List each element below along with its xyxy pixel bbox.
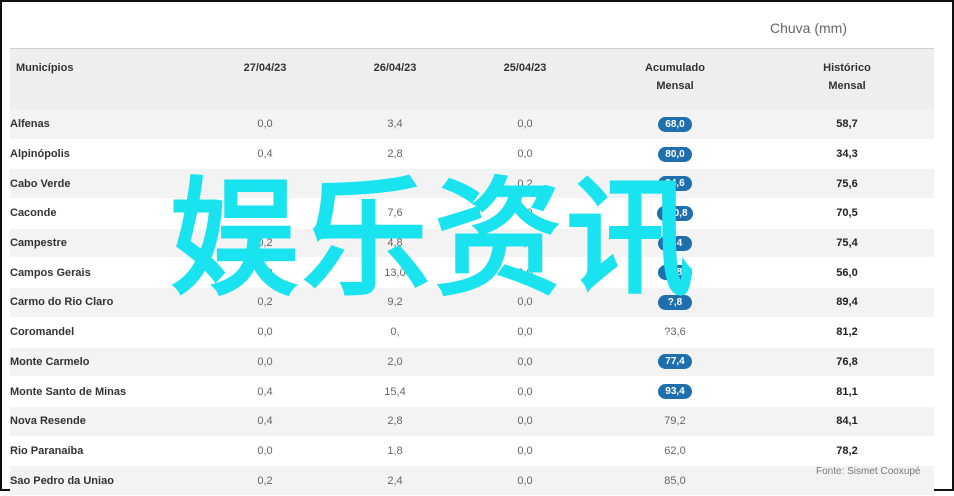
source-note: Fonte: Sismet Cooxupé: [816, 466, 921, 477]
day-25-cell: 0,0: [460, 406, 590, 437]
acumulado-value: 85,0: [664, 474, 686, 487]
table-row: Nova Resende 0,4 2,8 0,0 79,2 84,1: [10, 406, 934, 437]
historico-cell: 84,1: [760, 406, 934, 437]
day-27-cell: 0,0: [200, 347, 330, 378]
day-25-cell: 0,0: [460, 436, 590, 467]
day-26-cell: 0,: [330, 317, 460, 348]
historico-cell: 89,4: [760, 287, 934, 318]
column-header: 26/04/23: [330, 48, 460, 110]
municipio-cell: Monte Santo de Minas: [10, 376, 200, 407]
overlay-watermark: 娱乐资讯: [170, 165, 699, 314]
acumulado-badge: 68,0: [658, 116, 692, 132]
day-27-cell: 0,0: [200, 317, 330, 348]
column-header: Histórico Mensal: [760, 48, 934, 110]
acumulado-value: 79,2: [664, 415, 686, 428]
acumulado-cell: ?3,6: [590, 317, 760, 348]
historico-cell: 70,5: [760, 198, 934, 229]
day-25-cell: 0,0: [460, 110, 590, 140]
acumulado-badge: 80,0: [658, 146, 692, 162]
historico-cell: 81,1: [760, 376, 934, 407]
historico-cell: 78,2: [760, 436, 934, 467]
municipio-cell: Monte Carmelo: [10, 347, 200, 378]
unit-label: Chuva (mm): [770, 20, 848, 36]
historico-cell: 56,0: [760, 257, 934, 289]
day-27-cell: 0,4: [200, 376, 330, 407]
acumulado-badge: 93,4: [658, 384, 692, 400]
table-row: Coromandel 0,0 0, 0,0 ?3,6 81,2: [10, 317, 934, 348]
acumulado-cell: 79,2: [590, 406, 760, 437]
day-26-cell: 15,4: [330, 376, 460, 407]
column-header: 27/04/23: [200, 48, 330, 110]
acumulado-cell: 93,4: [590, 376, 760, 407]
municipio-cell: Alfenas: [10, 110, 200, 140]
day-26-cell: 3,4: [330, 110, 460, 140]
table-row: Alfenas 0,0 3,4 0,0 68,0 58,7: [10, 110, 934, 140]
column-header: Municípios: [10, 48, 200, 110]
day-26-cell: 1,8: [330, 436, 460, 467]
acumulado-cell: 77,4: [590, 347, 760, 378]
day-25-cell: 0,0: [460, 317, 590, 348]
historico-cell: 75,4: [760, 228, 934, 259]
historico-cell: 75,6: [760, 168, 934, 200]
day-27-cell: 0,0: [200, 436, 330, 467]
acumulado-value: ?3,6: [664, 326, 686, 339]
day-27-cell: 0,4: [200, 406, 330, 437]
acumulado-cell: 68,0: [590, 110, 760, 140]
acumulado-value: 62,0: [664, 444, 686, 457]
municipio-cell: Nova Resende: [10, 406, 200, 437]
historico-cell: 34,3: [760, 139, 934, 170]
acumulado-cell: 62,0: [590, 436, 760, 467]
table-row: Monte Santo de Minas 0,4 15,4 0,0 93,4 81,1: [10, 376, 934, 407]
table-row: Rio Paranaíba 0,0 1,8 0,0 62,0 78,2: [10, 436, 934, 467]
day-26-cell: 2,8: [330, 406, 460, 437]
historico-cell: 76,8: [760, 347, 934, 378]
historico-cell: 58,7: [760, 110, 934, 140]
day-27-cell: 0,0: [200, 110, 330, 140]
municipio-cell: Coromandel: [10, 317, 200, 348]
historico-cell: 81,2: [760, 317, 934, 348]
day-25-cell: 0,0: [460, 376, 590, 407]
municipio-cell: Rio Paranaíba: [10, 436, 200, 467]
table-row: Monte Carmelo 0,0 2,0 0,0 77,4 76,8: [10, 347, 934, 378]
day-26-cell: 2,0: [330, 347, 460, 378]
table-header-row: Municípios 27/04/23 26/04/23 25/04/23 Ac…: [10, 48, 934, 110]
day-25-cell: 0,0: [460, 347, 590, 378]
acumulado-badge: 77,4: [658, 354, 692, 370]
column-header: Acumulado Mensal: [590, 48, 760, 110]
column-header: 25/04/23: [460, 48, 590, 110]
